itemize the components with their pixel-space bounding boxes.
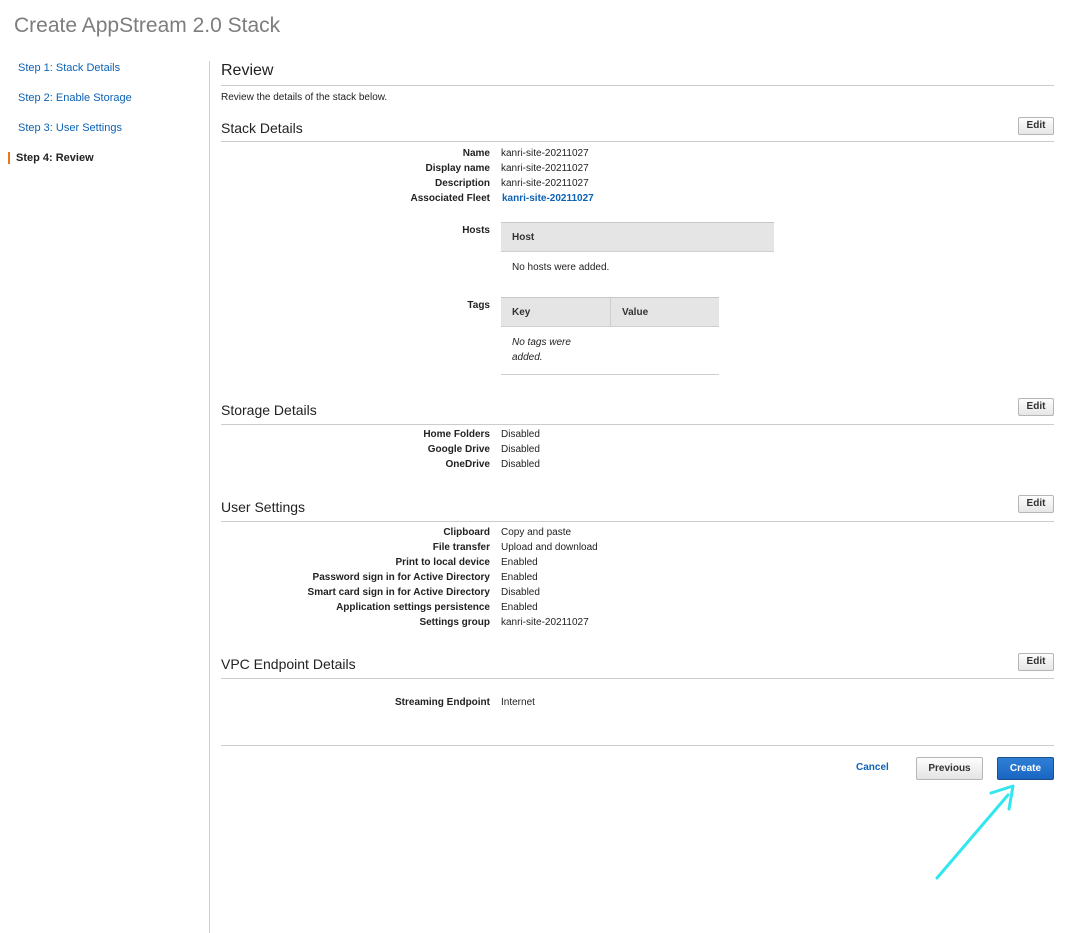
hosts-table-header: Host [501,222,774,252]
field-row: Streaming Endpoint Internet [221,695,1054,710]
name-label: Name [462,148,490,159]
description-label: Description [434,178,490,189]
smart-card-sign-in-label: Smart card sign in for Active Directory [307,587,490,598]
field-row: Home Folders Disabled [221,427,1054,442]
app-settings-persistence-value: Enabled [501,602,538,613]
edit-vpc-endpoint-details-button[interactable]: Edit [1018,653,1054,671]
settings-group-value: kanri-site-20211027 [501,617,589,628]
home-folders-label: Home Folders [423,429,490,440]
vpc-endpoint-fields: Streaming Endpoint Internet [221,695,1054,710]
field-row: Settings group kanri-site-20211027 [221,615,1054,630]
print-to-local-device-label: Print to local device [395,557,490,568]
user-settings-rule [221,521,1054,522]
step-link-enable-storage[interactable]: Step 2: Enable Storage [18,92,132,104]
field-row: Description kanri-site-20211027 [221,176,1054,191]
tags-table: Key Value No tags were added. [501,297,719,375]
field-row: Smart card sign in for Active Directory … [221,585,1054,600]
clipboard-value: Copy and paste [501,527,572,538]
step-link-stack-details[interactable]: Step 1: Stack Details [18,62,120,74]
tags-empty-message: No tags were added. [512,337,571,363]
google-drive-value: Disabled [501,444,540,455]
clipboard-label: Clipboard [443,527,490,538]
stack-details-rule [221,141,1054,142]
field-row: Display name kanri-site-20211027 [221,161,1054,176]
associated-fleet-label: Associated Fleet [410,193,490,204]
google-drive-label: Google Drive [427,444,490,455]
associated-fleet-link[interactable]: kanri-site-20211027 [502,193,594,204]
streaming-endpoint-value: Internet [501,697,535,708]
user-settings-fields: Clipboard Copy and paste File transfer U… [221,525,1054,630]
review-heading: Review [221,62,274,79]
password-sign-in-label: Password sign in for Active Directory [312,572,490,583]
display-name-value: kanri-site-20211027 [501,163,589,174]
edit-user-settings-button[interactable]: Edit [1018,495,1054,513]
stack-details-fields: Name kanri-site-20211027 Display name ka… [221,146,1054,206]
stack-details-heading: Stack Details [221,120,303,136]
field-row: File transfer Upload and download [221,540,1054,555]
step-current-review: Step 4: Review [8,152,94,164]
tags-table-header: Key Value [501,297,719,327]
streaming-endpoint-label: Streaming Endpoint [395,697,490,708]
print-to-local-device-value: Enabled [501,557,538,568]
vpc-endpoint-details-rule [221,678,1054,679]
field-row: Password sign in for Active Directory En… [221,570,1054,585]
host-column-header: Host [512,231,535,243]
step-link-user-settings[interactable]: Step 3: User Settings [18,122,122,134]
file-transfer-label: File transfer [432,542,490,553]
file-transfer-value: Upload and download [501,542,598,553]
cancel-link[interactable]: Cancel [856,762,889,773]
nav-divider [209,61,210,933]
storage-details-heading: Storage Details [221,402,317,418]
field-row: Google Drive Disabled [221,442,1054,457]
field-row: Name kanri-site-20211027 [221,146,1054,161]
key-column-header: Key [501,298,611,326]
password-sign-in-value: Enabled [501,572,538,583]
storage-details-rule [221,424,1054,425]
vpc-endpoint-details-heading: VPC Endpoint Details [221,656,356,672]
onedrive-label: OneDrive [445,459,490,470]
settings-group-label: Settings group [419,617,490,628]
field-row: Associated Fleet kanri-site-20211027 [221,191,1054,206]
description-value: kanri-site-20211027 [501,178,589,189]
display-name-label: Display name [425,163,490,174]
field-row: Print to local device Enabled [221,555,1054,570]
value-column-header: Value [622,306,649,318]
field-row: Clipboard Copy and paste [221,525,1054,540]
tags-table-bottom-rule [501,374,719,375]
storage-details-fields: Home Folders Disabled Google Drive Disab… [221,427,1054,472]
hosts-empty-message: No hosts were added. [512,262,610,273]
hosts-table: Host No hosts were added. [501,222,774,273]
smart-card-sign-in-value: Disabled [501,587,540,598]
hosts-label: Hosts [462,225,490,236]
onedrive-value: Disabled [501,459,540,470]
user-settings-heading: User Settings [221,499,306,515]
footer-rule [221,745,1054,746]
annotation-arrow-icon [935,784,1015,880]
review-heading-rule [221,85,1054,86]
edit-stack-details-button[interactable]: Edit [1018,117,1054,135]
edit-storage-details-button[interactable]: Edit [1018,398,1054,416]
home-folders-value: Disabled [501,429,540,440]
field-row: Application settings persistence Enabled [221,600,1054,615]
name-value: kanri-site-20211027 [501,148,589,159]
app-settings-persistence-label: Application settings persistence [336,602,490,613]
field-row: OneDrive Disabled [221,457,1054,472]
review-description: Review the details of the stack below. [221,92,388,103]
tags-label: Tags [467,300,490,311]
